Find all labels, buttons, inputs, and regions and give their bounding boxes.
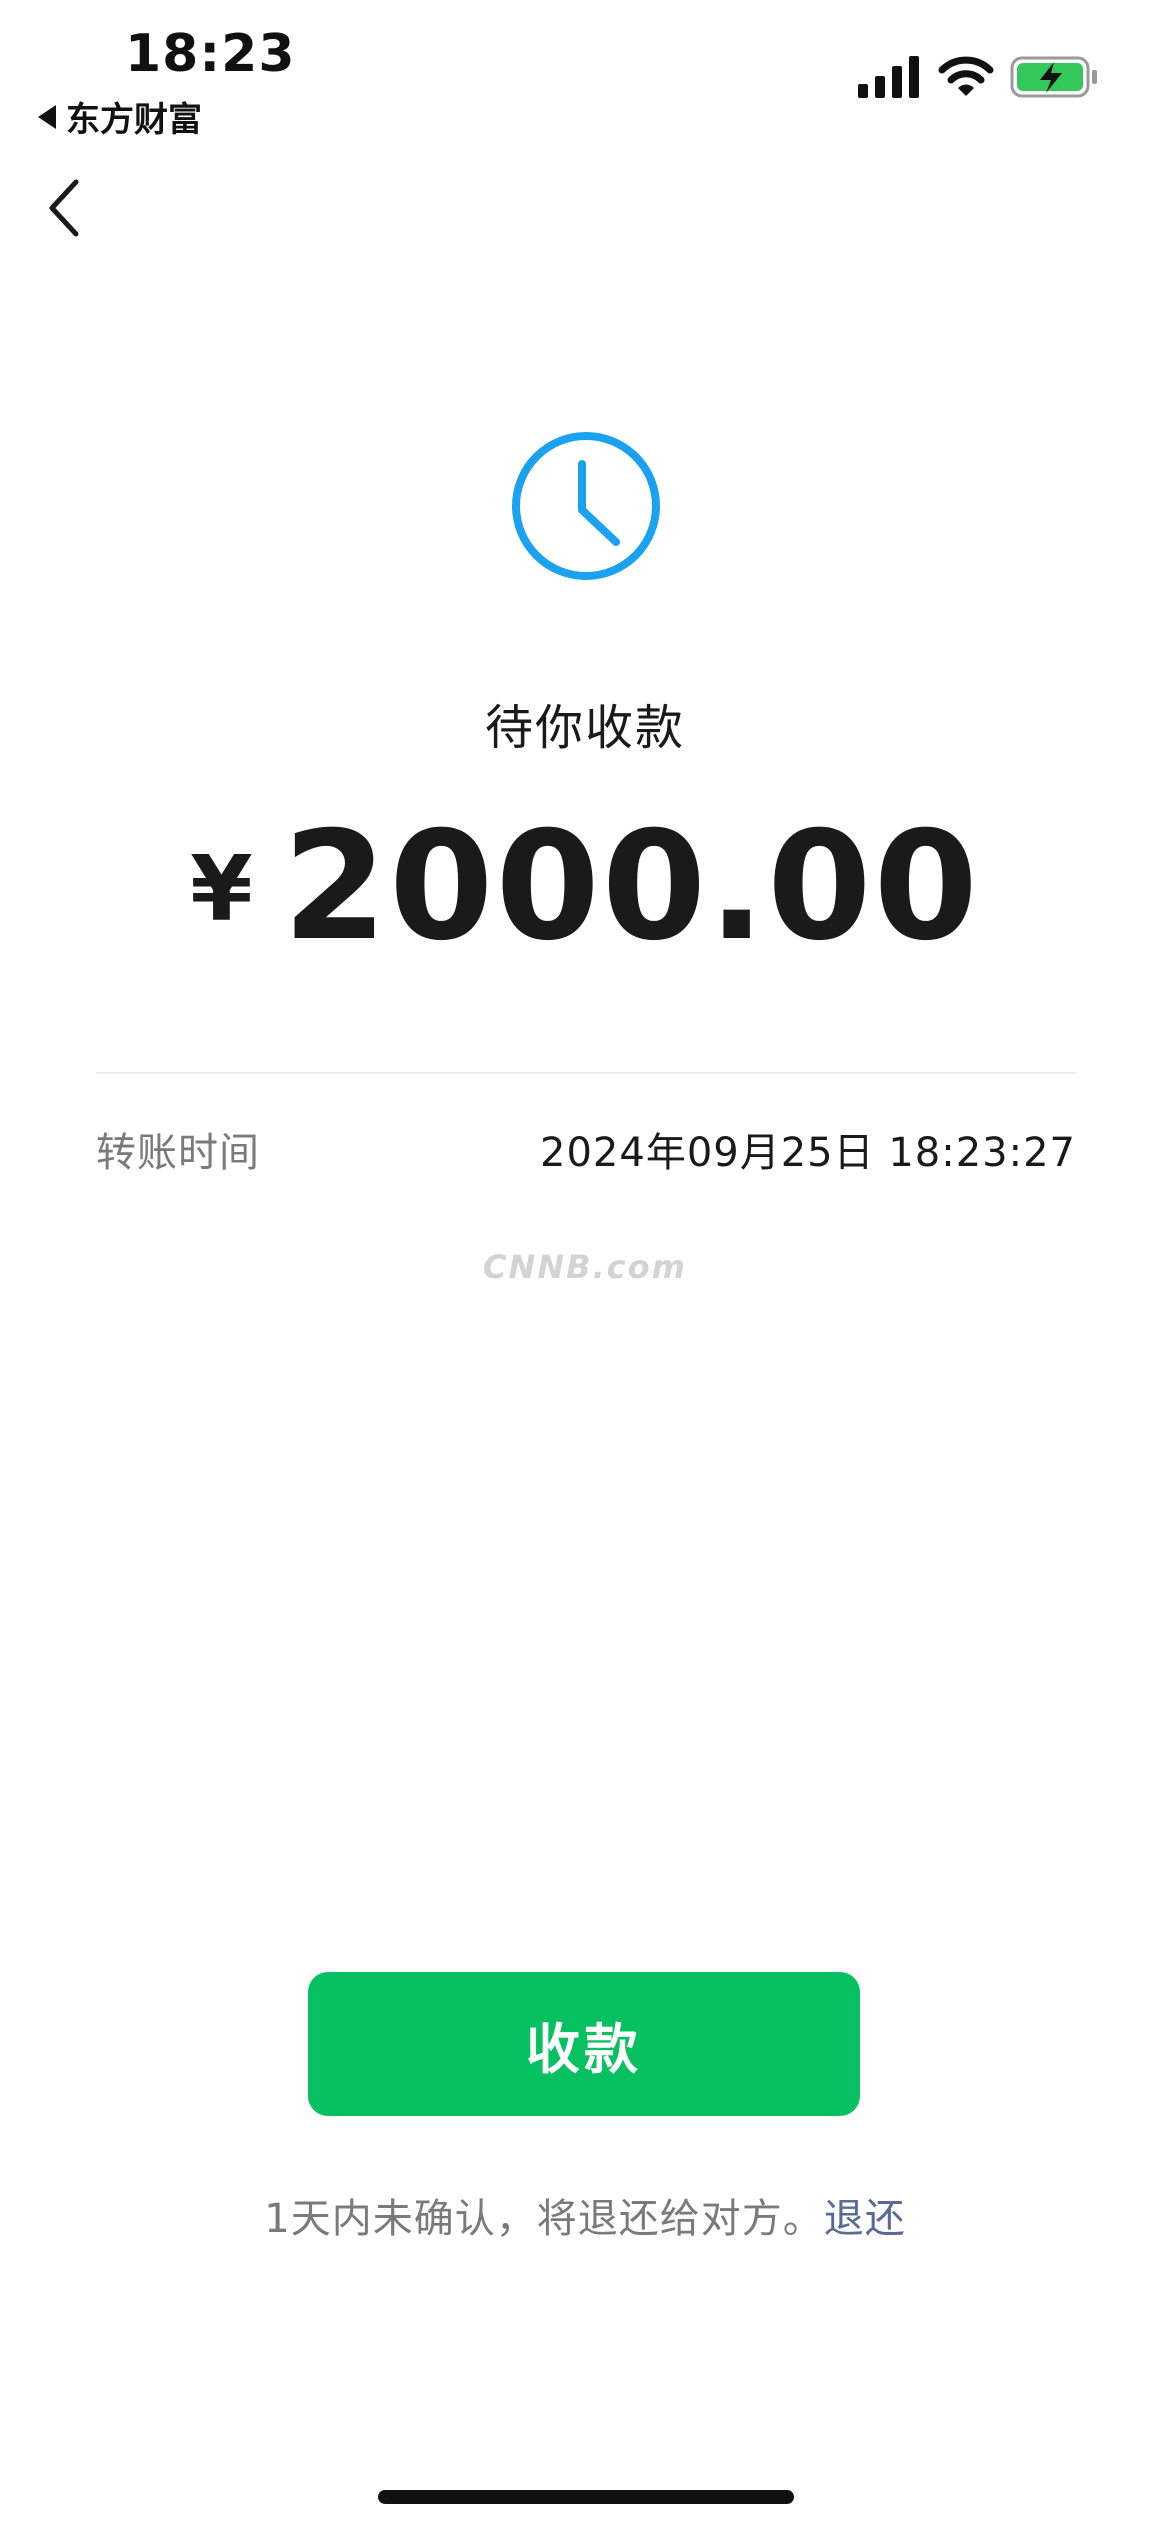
wifi-icon: [938, 56, 994, 96]
back-app-label: 东方财富: [66, 100, 202, 140]
transfer-receipt-screen: 18:23 东方财富 待你收款 ¥ 2000.00 转账时间 2024年09月2…: [0, 0, 1170, 2532]
transfer-time-label: 转账时间: [96, 1130, 260, 1176]
status-time: 18:23: [125, 24, 296, 84]
transfer-time-value: 2024年09月25日 18:23:27: [540, 1130, 1076, 1176]
clock-icon: [512, 432, 660, 580]
watermark-logo: CNNB.com: [483, 1248, 687, 1286]
cellular-signal-icon: [858, 56, 919, 98]
battery-charging-icon: [1010, 56, 1097, 98]
divider: [96, 1072, 1076, 1074]
home-indicator[interactable]: [378, 2490, 794, 2504]
notice-text: 1天内未确认，将退还给对方。退还: [0, 2186, 1170, 2244]
chevron-left-icon[interactable]: [42, 176, 86, 240]
back-to-app-link[interactable]: 东方财富: [38, 92, 202, 141]
receive-button[interactable]: 收款: [308, 1972, 860, 2116]
transfer-amount: 2000.00: [282, 800, 980, 974]
currency-symbol: ¥: [190, 837, 253, 942]
transfer-status-text: 待你收款: [484, 700, 685, 756]
notice-message: 1天内未确认，将退还给对方。: [264, 2196, 824, 2242]
return-link[interactable]: 退还: [824, 2196, 906, 2242]
back-triangle-icon: [38, 104, 56, 129]
amount-row: ¥ 2000.00: [0, 800, 1170, 974]
